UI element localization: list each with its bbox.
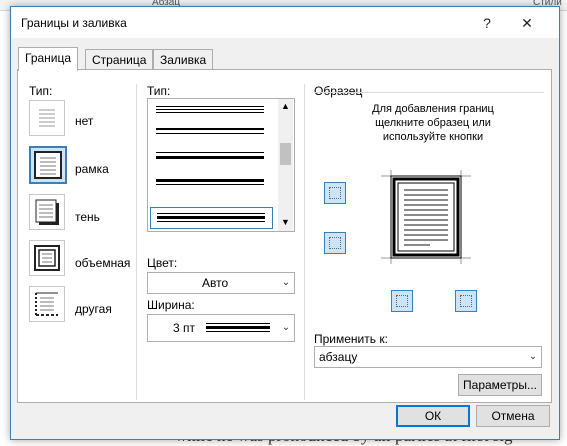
- line-style-sample: [157, 221, 265, 222]
- line-style-sample: [157, 216, 265, 219]
- color-value: Авто: [202, 276, 229, 290]
- apply-to-value: абзацу: [319, 350, 358, 364]
- line-style-sample: [156, 152, 264, 153]
- width-label: Ширина:: [147, 298, 195, 312]
- setting-item-label: рамка: [75, 162, 109, 176]
- preview-hint: Для добавления границ щелкните образец и…: [372, 103, 494, 143]
- dialog-title: Границы и заливка: [21, 16, 127, 30]
- bottom-border-button[interactable]: [324, 232, 346, 254]
- border-custom-icon: [29, 286, 65, 322]
- border-3d-icon: [29, 240, 65, 276]
- line-style-sample: [156, 109, 264, 110]
- border-shadow-icon: [29, 194, 65, 230]
- width-sample-line: [206, 323, 270, 324]
- setting-item-label: объемная: [75, 256, 131, 270]
- tab-borders[interactable]: Граница: [18, 47, 79, 71]
- borders-and-shading-dialog: Границы и заливка ? ✕ Граница Страница З…: [10, 6, 560, 440]
- chevron-down-icon[interactable]: ⌄: [524, 347, 541, 367]
- line-style-option[interactable]: [150, 171, 275, 193]
- preview-separator: [314, 92, 544, 93]
- preview-label: Образец: [314, 84, 363, 98]
- tab-panel: Тип: нет рамка тень объемная другая Тип:…: [17, 69, 552, 403]
- line-style-listbox[interactable]: ▲ ▼: [147, 98, 295, 232]
- close-button[interactable]: ✕: [516, 13, 538, 33]
- preview-sample[interactable]: [375, 170, 477, 264]
- chevron-down-icon[interactable]: ⌄: [277, 315, 294, 341]
- cancel-button[interactable]: Отмена: [476, 405, 550, 427]
- apply-to-label: Применить к:: [314, 332, 388, 346]
- document-left-margin: [0, 30, 10, 440]
- line-style-option[interactable]: [150, 121, 275, 143]
- setting-item-label: тень: [75, 210, 100, 224]
- border-none-icon: [29, 100, 65, 136]
- setting-item-label: нет: [75, 114, 94, 128]
- tab-shading[interactable]: Заливка: [153, 49, 214, 70]
- line-style-sample: [156, 133, 264, 134]
- line-style-sample: [157, 213, 265, 214]
- line-style-scrollbar[interactable]: ▲ ▼: [278, 99, 293, 231]
- width-sample-line: [206, 331, 270, 332]
- line-style-sample: [156, 184, 264, 185]
- title-bar: Границы и заливка ? ✕: [11, 7, 559, 38]
- color-label: Цвет:: [147, 256, 178, 270]
- style-label: Тип:: [147, 84, 171, 98]
- left-border-button[interactable]: [391, 290, 413, 312]
- width-value: 3 пт: [173, 321, 196, 335]
- apply-to-dropdown[interactable]: абзацу ⌄: [314, 346, 542, 368]
- line-style-option-selected[interactable]: [150, 207, 273, 229]
- width-dropdown[interactable]: 3 пт ⌄: [147, 314, 295, 342]
- scroll-down-icon[interactable]: ▼: [281, 217, 290, 227]
- line-style-option[interactable]: [150, 145, 275, 167]
- line-style-sample: [156, 112, 264, 113]
- width-sample-line: [206, 326, 270, 329]
- options-button[interactable]: Параметры...: [458, 374, 542, 396]
- column-divider: [304, 84, 305, 400]
- color-dropdown[interactable]: Авто ⌄: [147, 272, 295, 294]
- line-style-list: [148, 99, 277, 231]
- ok-button[interactable]: ОК: [396, 405, 470, 427]
- line-style-sample: [156, 128, 264, 130]
- tab-page-border[interactable]: Страница: [85, 49, 154, 70]
- border-box-icon: [29, 146, 67, 184]
- setting-item-label: другая: [75, 302, 112, 316]
- line-style-sample: [156, 106, 264, 107]
- top-border-button[interactable]: [324, 182, 346, 204]
- right-border-button[interactable]: [455, 290, 477, 312]
- line-style-option[interactable]: [150, 101, 275, 117]
- scroll-up-icon[interactable]: ▲: [281, 101, 290, 111]
- chevron-down-icon[interactable]: ⌄: [277, 273, 294, 293]
- setting-label: Тип:: [29, 84, 53, 98]
- scroll-thumb[interactable]: [280, 143, 291, 165]
- column-divider: [136, 84, 137, 400]
- line-style-sample: [156, 179, 264, 182]
- line-style-sample: [156, 156, 264, 159]
- help-button[interactable]: ?: [476, 13, 498, 33]
